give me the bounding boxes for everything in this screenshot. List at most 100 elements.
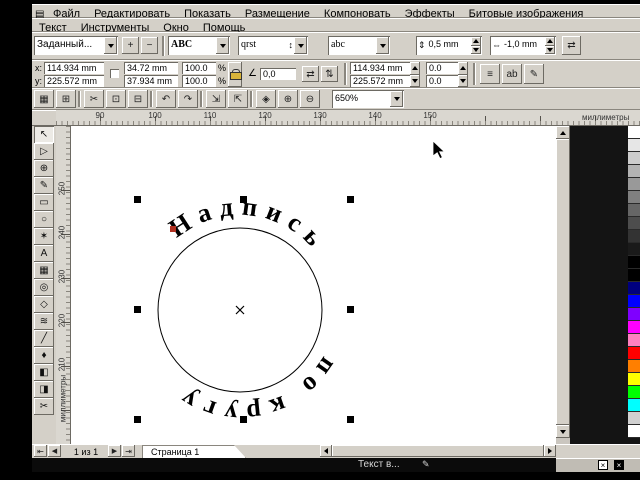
freehand-tool-button[interactable]: ✎ bbox=[34, 177, 54, 194]
palette-swatch[interactable] bbox=[628, 334, 640, 347]
zoom-tool-button[interactable]: ⊕ bbox=[34, 160, 54, 177]
palette-swatch[interactable] bbox=[628, 178, 640, 191]
mirror-vertical-button[interactable]: ⇅ bbox=[321, 66, 338, 82]
palette-swatch[interactable] bbox=[628, 282, 640, 295]
path-text-top[interactable]: Надпись bbox=[164, 192, 334, 258]
zoom-out-button[interactable]: ⊖ bbox=[300, 90, 320, 108]
eyedropper-tool-button[interactable]: ╱ bbox=[34, 330, 54, 347]
spinner-buttons[interactable] bbox=[545, 37, 555, 54]
copy-button[interactable]: ⊡ bbox=[106, 90, 126, 108]
scrollbar-thumb[interactable] bbox=[332, 445, 544, 457]
place-on-other-side-button[interactable]: ⇄ bbox=[562, 36, 581, 55]
palette-swatch[interactable] bbox=[628, 295, 640, 308]
pick-tool-button[interactable]: ↖ bbox=[34, 126, 54, 143]
spin-down-icon[interactable] bbox=[545, 46, 555, 55]
palette-swatch[interactable] bbox=[628, 139, 640, 152]
scale-x-field[interactable]: 100.0 bbox=[182, 62, 216, 74]
format-text-button[interactable]: ≡ bbox=[480, 64, 500, 84]
undo-button[interactable]: ↶ bbox=[156, 90, 176, 108]
vertical-scrollbar[interactable] bbox=[556, 126, 570, 444]
palette-swatch[interactable] bbox=[628, 165, 640, 178]
palette-swatch[interactable] bbox=[628, 347, 640, 360]
cut-button[interactable]: ✂ bbox=[84, 90, 104, 108]
redo-button[interactable]: ↷ bbox=[178, 90, 198, 108]
handle-top-center[interactable] bbox=[240, 196, 247, 203]
basic-shapes-tool-button[interactable]: ◇ bbox=[34, 296, 54, 313]
rotation-angle-field[interactable]: 0,0 bbox=[260, 68, 296, 80]
scroll-up-button[interactable] bbox=[556, 126, 570, 139]
text-tool-button[interactable]: A bbox=[34, 245, 54, 262]
prev-page-button[interactable]: ◀ bbox=[48, 445, 61, 457]
handle-top-left[interactable] bbox=[134, 196, 141, 203]
palette-swatch[interactable] bbox=[628, 308, 640, 321]
palette-swatch[interactable] bbox=[628, 204, 640, 217]
dropdown-icon[interactable] bbox=[376, 37, 389, 54]
dropdown-icon[interactable] bbox=[294, 37, 307, 54]
palette-swatch[interactable] bbox=[628, 425, 640, 438]
spin-down-icon[interactable] bbox=[471, 46, 481, 55]
palette-swatch[interactable] bbox=[628, 191, 640, 204]
scrollbar-thumb[interactable] bbox=[556, 139, 570, 425]
spin-up-icon[interactable] bbox=[458, 62, 468, 75]
dropdown-icon[interactable] bbox=[104, 37, 117, 54]
scale-y-field[interactable]: 100.0 bbox=[182, 75, 216, 87]
handle-top-right[interactable] bbox=[347, 196, 354, 203]
text-start-node[interactable] bbox=[170, 226, 176, 232]
dropdown-icon[interactable] bbox=[390, 91, 403, 107]
convert-to-curves-button[interactable]: ✎ bbox=[524, 64, 544, 84]
next-page-button[interactable]: ▶ bbox=[108, 445, 121, 457]
knife-tool-button[interactable]: ✂ bbox=[34, 398, 54, 415]
distance-from-path-spinner[interactable]: ⇕ 0,5 mm bbox=[416, 36, 482, 55]
palette-swatch[interactable] bbox=[628, 152, 640, 165]
handle-mid-right[interactable] bbox=[347, 306, 354, 313]
palette-swatch[interactable] bbox=[628, 360, 640, 373]
offset-y-field[interactable]: 0.0 bbox=[426, 75, 458, 87]
palette-swatch[interactable] bbox=[628, 217, 640, 230]
delete-preset-button[interactable]: − bbox=[141, 37, 158, 54]
rectangle-tool-button[interactable]: ▭ bbox=[34, 194, 54, 211]
add-preset-button[interactable]: + bbox=[122, 37, 139, 54]
snap-to-grid-button[interactable]: ▦ bbox=[34, 90, 54, 108]
interactive-fill-tool-button[interactable]: ◨ bbox=[34, 381, 54, 398]
palette-swatch[interactable] bbox=[628, 386, 640, 399]
out line-tool-button[interactable]: ♦ bbox=[34, 347, 54, 364]
palette-swatch[interactable] bbox=[628, 243, 640, 256]
handle-bottom-center[interactable] bbox=[240, 416, 247, 423]
offset-x-field[interactable]: 0.0 bbox=[426, 62, 458, 74]
interactive-blend-tool-button[interactable]: ≋ bbox=[34, 313, 54, 330]
first-page-button[interactable]: ⇤ bbox=[34, 445, 47, 457]
palette-swatch[interactable] bbox=[628, 373, 640, 386]
vertical-placement-combo[interactable]: qrst ↕ bbox=[238, 36, 308, 55]
horizontal-scrollbar[interactable] bbox=[320, 445, 556, 457]
mirror-horizontal-button[interactable]: ⇄ bbox=[302, 66, 319, 82]
application-launcher-button[interactable]: ◈ bbox=[256, 90, 276, 108]
polygon-tool-button[interactable]: ✶ bbox=[34, 228, 54, 245]
ruler-origin-corner[interactable] bbox=[32, 110, 56, 126]
handle-bottom-left[interactable] bbox=[134, 416, 141, 423]
spin-down-icon[interactable] bbox=[458, 75, 468, 88]
spinner-buttons[interactable] bbox=[458, 62, 468, 87]
palette-swatch[interactable] bbox=[628, 321, 640, 334]
scroll-down-button[interactable] bbox=[556, 425, 570, 438]
last-page-button[interactable]: ⇥ bbox=[122, 445, 135, 457]
edit-text-button[interactable]: ab bbox=[502, 64, 522, 84]
spiral-tool-button[interactable]: ◎ bbox=[34, 279, 54, 296]
scroll-left-button[interactable] bbox=[320, 445, 332, 457]
scroll-right-button[interactable] bbox=[544, 445, 556, 457]
snap-to-guidelines-button[interactable]: ⊞ bbox=[56, 90, 76, 108]
preset-combo[interactable]: Заданный... bbox=[34, 36, 118, 55]
page-tab[interactable]: Страница 1 bbox=[142, 445, 246, 458]
text-orientation-combo[interactable]: ABC bbox=[168, 36, 230, 55]
spin-up-icon[interactable] bbox=[410, 62, 420, 75]
palette-swatch[interactable] bbox=[628, 256, 640, 269]
lock-ratio-button[interactable] bbox=[228, 62, 242, 87]
zoom-in-button[interactable]: ⊕ bbox=[278, 90, 298, 108]
position-y-field[interactable]: 225.572 mm bbox=[44, 75, 104, 87]
drawing-canvas[interactable]: Надпись по кругу bbox=[71, 126, 556, 444]
canvas-area[interactable]: Надпись по кругу bbox=[71, 126, 556, 444]
spin-up-icon[interactable] bbox=[545, 37, 555, 46]
object-width-field[interactable]: 34.72 mm bbox=[124, 62, 178, 74]
graph-paper-tool-button[interactable]: ▦ bbox=[34, 262, 54, 279]
spinner-buttons[interactable] bbox=[471, 37, 481, 54]
spinner-buttons[interactable] bbox=[410, 62, 420, 87]
